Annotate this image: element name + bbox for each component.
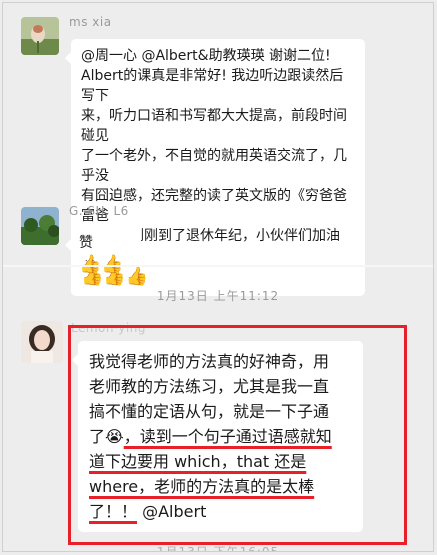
message-line: 了！！ @Albert — [89, 499, 352, 524]
highlighted-text: 了！！ — [89, 502, 138, 521]
highlighted-text: 道下边要用 which，that 还是 — [89, 452, 307, 471]
divider — [3, 265, 433, 267]
message-line: 搞不懂的定语从句，就是一下子通 — [89, 402, 330, 421]
message-line: @周一心 @Albert&助教瑛瑛 谢谢二位! — [81, 48, 331, 64]
sender-name: G. SH. L6 — [69, 204, 129, 218]
avatar[interactable] — [21, 321, 63, 363]
message-line: 老师教的方法练习，尤其是我一直 — [89, 377, 330, 396]
sender-name: ms xia — [69, 15, 112, 29]
message-text: 了 — [89, 427, 106, 446]
message-line: 道下边要用 which，that 还是 — [89, 449, 352, 474]
highlighted-text: ，读到一个句子通过语感就知 — [123, 427, 332, 446]
message-line: 来，听力口语和书写都大大提高，前段时间碰见 — [81, 108, 347, 144]
message-bubble[interactable]: 赞👍👍 — [65, 226, 141, 275]
message-line: 了一个老外，不自觉的就用英语交流了，几乎没 — [81, 148, 347, 184]
timestamp: 1月13日 下午16:05 — [156, 545, 280, 552]
message-line: Albert的课真是非常好! 我边听边跟读然后写下 — [81, 68, 344, 104]
message-bubble[interactable]: 我觉得老师的方法真的好神奇，用 老师教的方法练习，尤其是我一直 搞不懂的定语从句… — [72, 341, 363, 532]
crying-emoji-icon: 😭 — [105, 427, 124, 446]
message-line: 我觉得老师的方法真的好神奇，用 — [89, 352, 330, 371]
sender-name: Lemon·ying — [71, 321, 146, 335]
avatar[interactable] — [21, 207, 59, 245]
highlighted-text: where，老师的方法真的是太棒 — [89, 477, 315, 496]
mention-link[interactable]: @Albert — [137, 502, 206, 521]
message-text: 赞 — [79, 235, 93, 251]
timestamp: 1月13日 上午11:12 — [156, 289, 280, 303]
message-line: 了😭，读到一个句子通过语感就知 — [89, 424, 352, 449]
avatar[interactable] — [21, 17, 59, 55]
chat-window: ms xia @周一心 @Albert&助教瑛瑛 谢谢二位! Albert的课真… — [2, 2, 434, 552]
message-line: where，老师的方法真的是太棒 — [89, 474, 352, 499]
